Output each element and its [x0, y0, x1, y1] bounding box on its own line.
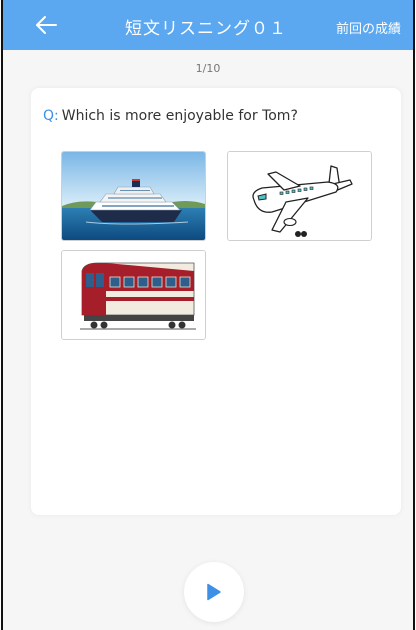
question-progress: 1/10 [195, 62, 221, 75]
question-body: Which is more enjoyable for Tom? [61, 108, 298, 124]
airplane-image [228, 152, 371, 240]
question-text: Q: Which is more enjoyable for Tom? [43, 108, 298, 124]
answer-option-ship[interactable] [61, 151, 206, 241]
back-button[interactable] [31, 12, 61, 38]
question-label: Q: [43, 108, 59, 124]
answer-option-airplane[interactable] [227, 151, 372, 241]
cruise-ship-image [62, 152, 205, 240]
top-bar: 短文リスニング０１ 前回の成績 [3, 0, 413, 50]
previous-results-button[interactable]: 前回の成績 [336, 18, 401, 37]
question-card: Q: Which is more enjoyable for Tom? [31, 88, 401, 515]
play-audio-button[interactable] [184, 562, 244, 622]
page-title: 短文リスニング０１ [125, 19, 287, 39]
app-screen: 短文リスニング０１ 前回の成績 1/10 Q: Which is more enj… [1, 0, 415, 630]
train-image [62, 251, 205, 339]
play-icon [207, 583, 221, 601]
answer-option-train[interactable] [61, 250, 206, 340]
arrow-left-icon [36, 16, 57, 34]
